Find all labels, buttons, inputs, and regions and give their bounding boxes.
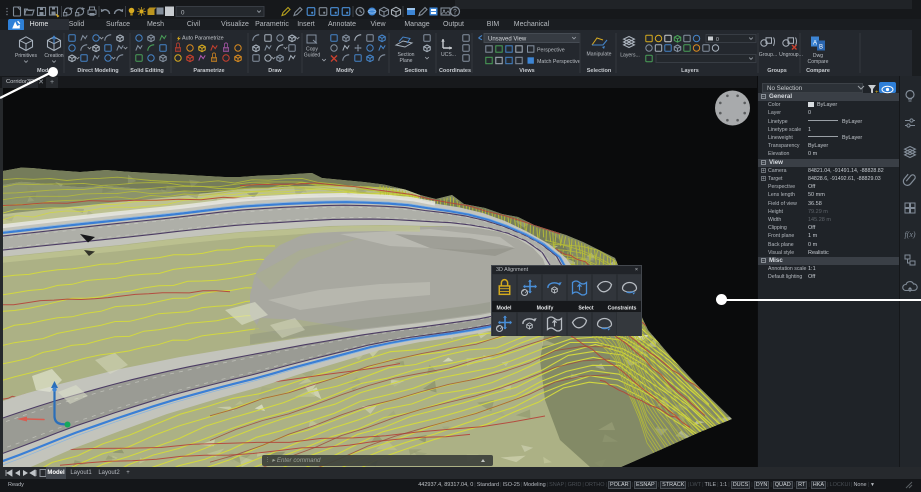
svg-text:Manipulate: Manipulate xyxy=(587,52,612,58)
svg-text:UCS...: UCS... xyxy=(441,52,456,58)
svg-text:B: B xyxy=(819,45,823,51)
svg-text:Creation: Creation xyxy=(44,53,63,59)
svg-text:Constraints: Constraints xyxy=(608,306,637,312)
svg-text:0: 0 xyxy=(181,10,185,17)
svg-text:Model: Model xyxy=(497,306,513,312)
svg-text:Ungroup...: Ungroup... xyxy=(779,52,803,58)
svg-text:Unsaved View: Unsaved View xyxy=(488,37,527,43)
svg-text:Match Perspective: Match Perspective xyxy=(537,59,581,65)
svg-text:Compare: Compare xyxy=(808,59,829,65)
svg-text:Perspective: Perspective xyxy=(537,48,565,54)
svg-text:f(x): f(x) xyxy=(904,230,915,239)
svg-text:Primitives: Primitives xyxy=(15,53,38,59)
svg-text:A: A xyxy=(813,41,817,47)
svg-text:Guided: Guided xyxy=(304,53,321,59)
svg-text:?: ? xyxy=(453,9,457,16)
svg-text:Layers...: Layers... xyxy=(620,53,640,59)
svg-text:Plane: Plane xyxy=(399,58,412,64)
svg-text:Group...: Group... xyxy=(759,52,777,58)
svg-text:0: 0 xyxy=(716,37,719,43)
svg-text:Modify: Modify xyxy=(537,306,554,312)
svg-text:Select: Select xyxy=(578,306,594,312)
svg-text:Auto Parametrize: Auto Parametrize xyxy=(182,36,224,42)
